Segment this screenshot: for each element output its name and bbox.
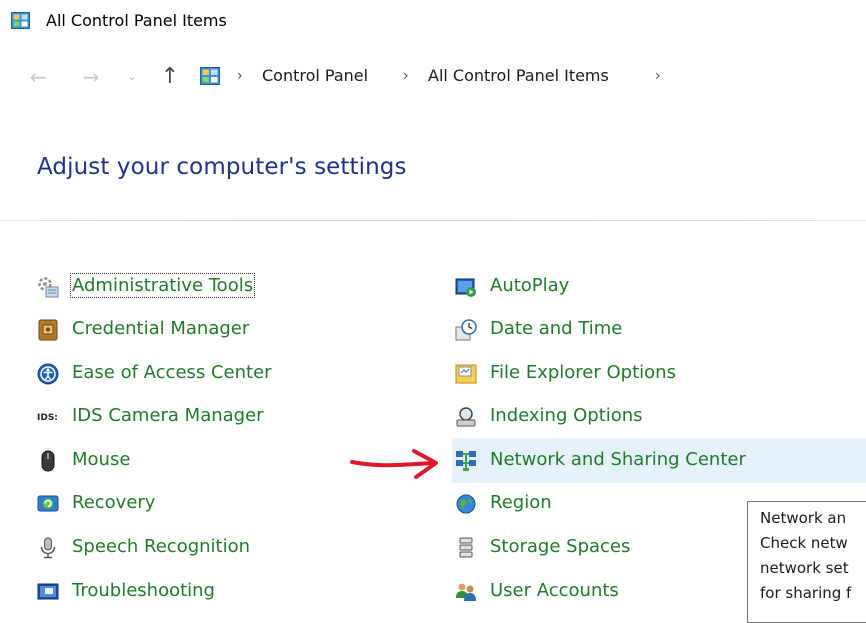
breadcrumb-separator-icon[interactable]: › bbox=[403, 68, 409, 84]
item-label: IDS Camera Manager bbox=[72, 405, 264, 426]
item-label: Speech Recognition bbox=[72, 536, 251, 557]
item-label: Network and Sharing Center bbox=[490, 449, 746, 470]
tooltip-line: network set bbox=[760, 559, 849, 577]
item-label: Indexing Options bbox=[490, 405, 643, 426]
item-label: Storage Spaces bbox=[490, 536, 631, 557]
control-panel-icon bbox=[11, 12, 30, 29]
item-label: Recovery bbox=[72, 492, 156, 513]
storage-icon bbox=[459, 537, 473, 558]
control-panel-icon[interactable] bbox=[200, 67, 220, 85]
item-label: Administrative Tools bbox=[69, 273, 256, 298]
item-label: AutoPlay bbox=[490, 275, 570, 296]
window-title: All Control Panel Items bbox=[46, 11, 227, 30]
recent-locations-chevron-icon[interactable]: ⌄ bbox=[121, 65, 143, 89]
clock-icon bbox=[455, 319, 477, 341]
item-label: Ease of Access Center bbox=[72, 362, 272, 383]
indexing-icon bbox=[456, 407, 476, 427]
item-ease-of-access-center[interactable]: Ease of Access Center bbox=[37, 357, 327, 391]
tooltip-line: Check netw bbox=[760, 534, 848, 552]
tooltip-line: Network an bbox=[760, 509, 847, 527]
item-recovery[interactable]: Recovery bbox=[37, 487, 327, 521]
item-ids-camera-manager[interactable]: IDS: IDS Camera Manager bbox=[37, 400, 327, 434]
item-label: Troubleshooting bbox=[72, 580, 215, 601]
item-label: Mouse bbox=[72, 449, 131, 470]
item-label: Credential Manager bbox=[72, 318, 250, 339]
breadcrumb-control-panel[interactable]: Control Panel bbox=[262, 66, 368, 85]
item-indexing-options[interactable]: Indexing Options bbox=[455, 400, 855, 434]
svg-text:IDS:: IDS: bbox=[37, 413, 58, 423]
tooltip-line: for sharing f bbox=[760, 584, 852, 602]
navigation-bar: ← → ⌄ ↑ › Control Panel › All Control Pa… bbox=[0, 56, 866, 98]
item-mouse[interactable]: Mouse bbox=[37, 444, 327, 478]
item-label: Date and Time bbox=[490, 318, 623, 339]
admin-tools-icon bbox=[38, 277, 59, 298]
item-label: File Explorer Options bbox=[490, 362, 676, 383]
item-network-and-sharing-center[interactable]: Network and Sharing Center bbox=[455, 444, 855, 478]
page-title: Adjust your computer's settings bbox=[37, 154, 407, 180]
breadcrumb-separator-icon[interactable]: › bbox=[237, 68, 243, 84]
breadcrumb-separator-icon[interactable]: › bbox=[655, 68, 661, 84]
mouse-icon bbox=[41, 450, 55, 472]
item-file-explorer-options[interactable]: File Explorer Options bbox=[455, 357, 855, 391]
credential-manager-icon bbox=[38, 319, 58, 341]
network-icon bbox=[456, 451, 476, 471]
users-icon bbox=[456, 583, 476, 601]
annotation-arrow-icon bbox=[350, 449, 438, 479]
recovery-icon bbox=[37, 495, 59, 512]
item-credential-manager[interactable]: Credential Manager bbox=[37, 313, 327, 347]
forward-arrow-icon[interactable]: → bbox=[80, 65, 102, 89]
item-troubleshooting[interactable]: Troubleshooting bbox=[37, 575, 327, 609]
folder-options-icon bbox=[455, 364, 477, 384]
divider bbox=[0, 220, 866, 221]
globe-icon bbox=[456, 494, 476, 514]
item-label: User Accounts bbox=[490, 580, 619, 601]
troubleshooting-icon bbox=[37, 583, 59, 600]
item-autoplay[interactable]: AutoPlay bbox=[455, 270, 855, 304]
item-label: Region bbox=[490, 492, 552, 513]
back-arrow-icon[interactable]: ← bbox=[27, 65, 49, 89]
title-bar: All Control Panel Items bbox=[0, 0, 866, 44]
ids-icon: IDS: bbox=[37, 413, 58, 423]
tooltip: Network an Check netw network set for sh… bbox=[747, 501, 866, 623]
ease-of-access-icon bbox=[37, 363, 59, 385]
up-arrow-icon[interactable]: ↑ bbox=[159, 65, 181, 89]
item-speech-recognition[interactable]: Speech Recognition bbox=[37, 531, 327, 565]
item-date-and-time[interactable]: Date and Time bbox=[455, 313, 855, 347]
breadcrumb-all-items[interactable]: All Control Panel Items bbox=[428, 66, 609, 85]
microphone-icon bbox=[40, 537, 56, 559]
autoplay-icon bbox=[455, 278, 476, 297]
item-administrative-tools[interactable]: Administrative Tools bbox=[37, 270, 327, 304]
